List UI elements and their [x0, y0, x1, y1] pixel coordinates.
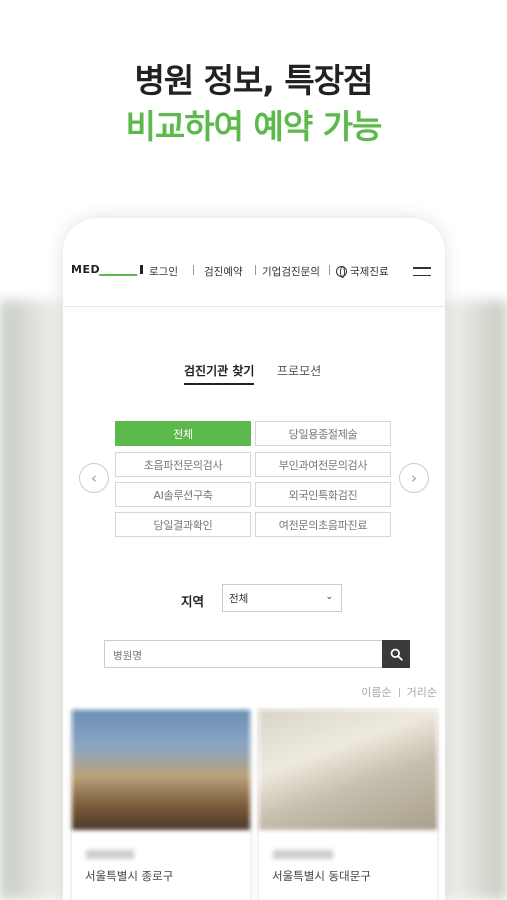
checkup-reservation-link[interactable]: 검진예약 [204, 264, 243, 279]
headline-line2: 비교하여 예약 가능 [125, 107, 383, 146]
category-female-ultrasound[interactable]: 여전문의초음파진료 [255, 512, 391, 537]
international-link[interactable]: 국제진료 [336, 264, 389, 279]
search-button[interactable] [382, 640, 410, 668]
hospital-name-blurred [273, 850, 333, 859]
globe-icon [336, 266, 347, 278]
search-icon [390, 648, 403, 661]
tab-find-institution[interactable]: 검진기관 찾기 [184, 362, 255, 385]
international-label: 국제진료 [350, 266, 389, 278]
sort-options: 이름순 거리순 [361, 684, 437, 700]
top-navigation: MED 로그인 검진예약 기업검진문의 국제진료 [63, 258, 445, 286]
region-select[interactable]: 전체 ⌄ [222, 584, 342, 612]
chevron-down-icon: ⌄ [325, 592, 333, 602]
sort-by-name[interactable]: 이름순 [361, 686, 391, 699]
logo-text: MED [71, 263, 101, 276]
sort-by-distance[interactable]: 거리순 [407, 686, 437, 699]
app-logo[interactable]: MED [71, 263, 144, 276]
hospital-search: 병원명 [104, 640, 410, 668]
category-ultrasound-specialist[interactable]: 초음파전문의검사 [115, 452, 251, 477]
nav-separator [255, 265, 256, 275]
hospital-address: 서울특별시 동대문구 [272, 869, 371, 883]
phone-mockup: MED 로그인 검진예약 기업검진문의 국제진료 검진기관 찾기 프로모션 ‹ … [63, 218, 445, 900]
category-female-gynecologist[interactable]: 부인과여전문의검사 [255, 452, 391, 477]
header-divider [63, 306, 445, 307]
hospital-address: 서울특별시 종로구 [85, 869, 174, 883]
hamburger-icon[interactable] [413, 267, 431, 277]
hospital-image [259, 710, 437, 830]
login-link[interactable]: 로그인 [149, 264, 178, 279]
category-same-day-polypectomy[interactable]: 당일용종절제술 [255, 421, 391, 446]
category-foreigner-checkup[interactable]: 외국인특화검진 [255, 482, 391, 507]
logo-bar [140, 265, 144, 274]
hospital-card[interactable]: 서울특별시 종로구 [71, 709, 251, 900]
category-same-day-results[interactable]: 당일결과확인 [115, 512, 251, 537]
chevron-right-icon[interactable]: › [399, 463, 429, 493]
hospital-image [72, 710, 250, 830]
corporate-inquiry-link[interactable]: 기업검진문의 [262, 264, 320, 279]
headline-line1: 병원 정보, 특장점 [134, 61, 373, 100]
nav-separator [193, 265, 194, 275]
tab-promotion[interactable]: 프로모션 [277, 362, 321, 383]
sort-separator [398, 688, 400, 697]
region-label: 지역 [181, 594, 205, 609]
category-ai-solution[interactable]: AI솔루션구축 [115, 482, 251, 507]
promo-headline: 병원 정보, 특장점 비교하여 예약 가능 [0, 58, 507, 150]
hospital-card[interactable]: 서울특별시 동대문구 [258, 709, 438, 900]
nav-separator [329, 265, 330, 275]
region-selected-value: 전체 [229, 592, 249, 605]
hospital-name-blurred [86, 850, 134, 859]
chevron-left-icon[interactable]: ‹ [79, 463, 109, 493]
logo-swash [98, 263, 142, 276]
search-input[interactable]: 병원명 [113, 648, 142, 663]
category-all[interactable]: 전체 [115, 421, 251, 446]
